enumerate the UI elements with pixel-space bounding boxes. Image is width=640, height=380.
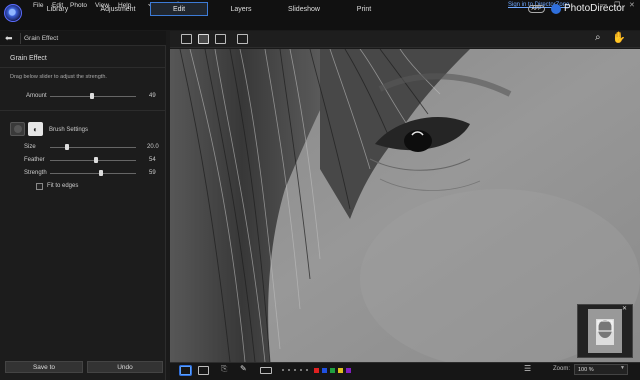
- effect-panel: ⬅ Grain Effect Grain Effect Drag below s…: [0, 31, 166, 380]
- close-button[interactable]: ✕: [629, 1, 635, 9]
- hand-icon[interactable]: ✋: [612, 31, 626, 44]
- panel-header: ⬅ Grain Effect: [0, 31, 166, 46]
- eraser-tool-icon[interactable]: ⎘: [221, 364, 227, 374]
- blue-swatch[interactable]: [322, 368, 327, 373]
- fit-window-icon[interactable]: [237, 34, 248, 44]
- size-label: Size: [24, 144, 36, 150]
- strength-slider[interactable]: [50, 173, 136, 174]
- instruction-text: Drag below slider to adjust the strength…: [10, 74, 107, 80]
- tab-adjustment[interactable]: Adjustment: [92, 2, 144, 16]
- single-view-icon[interactable]: [181, 34, 192, 44]
- feather-value: 54: [149, 157, 156, 163]
- amount-value: 49: [149, 93, 156, 99]
- slider-thumb[interactable]: [94, 157, 99, 163]
- slider-thumb[interactable]: [90, 93, 95, 99]
- eraser-icon[interactable]: ◐: [28, 122, 43, 136]
- brush-settings-label: Brush Settings: [49, 127, 89, 133]
- feather-label: Feather: [24, 157, 45, 163]
- navigator-thumbnail: [588, 309, 622, 353]
- mask-tool-icon[interactable]: [260, 367, 272, 374]
- tab-slideshow[interactable]: Slideshow: [282, 2, 326, 16]
- effect-title: Grain Effect: [10, 55, 47, 62]
- divider: [20, 33, 21, 44]
- amount-label: Amount: [26, 93, 47, 99]
- chevron-down-icon: ▼: [620, 365, 625, 371]
- purple-swatch[interactable]: [346, 368, 351, 373]
- pen-tool-icon[interactable]: ✎: [240, 364, 247, 373]
- single-photo-view-icon[interactable]: [180, 366, 191, 375]
- divider: [0, 67, 166, 68]
- dot: [282, 369, 284, 371]
- green-swatch[interactable]: [330, 368, 335, 373]
- app-badge[interactable]: APP: [528, 5, 545, 13]
- brand-name: PhotoDirector: [564, 3, 626, 14]
- compare-view-icon[interactable]: [198, 34, 209, 44]
- close-icon[interactable]: ✕: [622, 305, 627, 312]
- strength-label: Strength: [24, 170, 47, 176]
- dot: [306, 369, 308, 371]
- fit-to-edges-label: Fit to edges: [47, 183, 79, 189]
- panel-header-title: Grain Effect: [24, 35, 59, 42]
- dot: [294, 369, 296, 371]
- slider-thumb[interactable]: [65, 144, 70, 150]
- photo-image: [170, 49, 640, 362]
- undo-button[interactable]: Undo: [87, 361, 163, 373]
- red-swatch[interactable]: [314, 368, 319, 373]
- slider-thumb[interactable]: [98, 170, 103, 176]
- brush-icon[interactable]: [10, 122, 25, 136]
- strength-value: 59: [149, 170, 156, 176]
- navigator-panel[interactable]: [577, 304, 633, 358]
- size-value: 20.0: [147, 144, 159, 150]
- logo-icon: [4, 4, 22, 22]
- tab-layers[interactable]: Layers: [222, 2, 260, 16]
- before-after-view-icon[interactable]: [198, 366, 209, 375]
- tab-library[interactable]: Library: [35, 2, 80, 16]
- photo-canvas[interactable]: [170, 49, 640, 362]
- list-icon[interactable]: ☰: [524, 364, 531, 373]
- back-icon[interactable]: ⬅: [5, 33, 13, 44]
- dot: [288, 369, 290, 371]
- view-toolbar: ⌕ ✋: [170, 31, 640, 48]
- brand-icon: [551, 4, 561, 14]
- save-to-button[interactable]: Save to: [5, 361, 83, 373]
- tab-print[interactable]: Print: [350, 2, 378, 16]
- tab-edit[interactable]: Edit: [150, 2, 208, 16]
- feather-slider[interactable]: [50, 160, 136, 161]
- dot: [300, 369, 302, 371]
- yellow-swatch[interactable]: [338, 368, 343, 373]
- divider: [0, 110, 166, 111]
- fit-to-edges-checkbox[interactable]: [36, 183, 43, 190]
- zoom-label: Zoom:: [553, 366, 571, 372]
- grid-view-icon[interactable]: [215, 34, 226, 44]
- size-slider[interactable]: [50, 147, 136, 148]
- zoom-icon[interactable]: ⌕: [595, 32, 601, 43]
